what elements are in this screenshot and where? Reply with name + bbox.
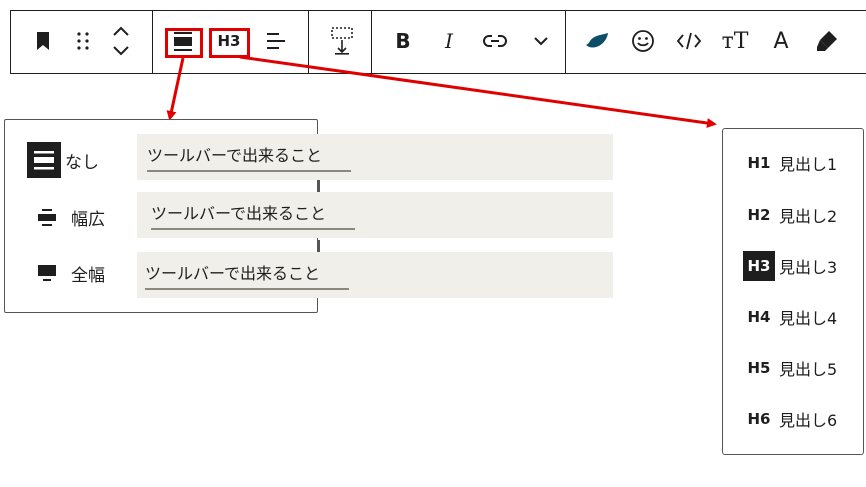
heading-label: 見出し4 bbox=[779, 309, 838, 328]
align-option-label: 全幅 bbox=[71, 265, 105, 286]
heading-tag: H5 bbox=[747, 359, 771, 377]
sample-text: ツールバーで出来ること bbox=[147, 142, 351, 172]
align-sample-none: ツールバーで出来ること bbox=[137, 134, 613, 180]
heading-option-h5[interactable]: H5 見出し5 bbox=[743, 351, 838, 385]
align-option-full[interactable]: 全幅 bbox=[5, 251, 125, 295]
align-option-label: なし bbox=[65, 152, 99, 173]
heading-label: 見出し1 bbox=[779, 155, 838, 174]
heading-label: 見出し6 bbox=[779, 411, 838, 430]
arrow-to-alignment-popover bbox=[166, 57, 185, 121]
align-option-label: 幅広 bbox=[71, 209, 105, 230]
heading-option-h4[interactable]: H4 見出し4 bbox=[743, 300, 838, 334]
divider-line bbox=[318, 240, 320, 252]
arrow-to-heading-popover bbox=[239, 55, 717, 128]
align-none-icon bbox=[27, 142, 61, 178]
heading-option-h3[interactable]: H3 見出し3 bbox=[743, 249, 837, 283]
align-option-wide[interactable]: 幅広 bbox=[5, 195, 125, 239]
heading-level-popover: H1 見出し1 H2 見出し2 H3 見出し3 H4 見出し4 H5 見出し5 … bbox=[722, 128, 864, 455]
heading-tag: H2 bbox=[747, 206, 771, 224]
heading-label: 見出し3 bbox=[779, 258, 838, 277]
align-sample-wide: ツールバーで出来ること bbox=[137, 192, 613, 238]
heading-tag-active: H3 bbox=[743, 251, 775, 281]
align-sample-full: ツールバーで出来ること bbox=[137, 252, 613, 298]
heading-option-h1[interactable]: H1 見出し1 bbox=[743, 146, 838, 180]
align-option-none[interactable]: なし bbox=[5, 138, 125, 182]
align-full-icon bbox=[27, 255, 67, 291]
heading-tag: H6 bbox=[747, 410, 771, 428]
sample-text: ツールバーで出来ること bbox=[145, 260, 349, 290]
heading-option-h2[interactable]: H2 見出し2 bbox=[743, 198, 838, 232]
heading-label: 見出し2 bbox=[779, 207, 838, 226]
divider-line bbox=[318, 180, 320, 192]
align-wide-icon bbox=[27, 199, 67, 235]
heading-tag: H1 bbox=[747, 154, 771, 172]
heading-option-h6[interactable]: H6 見出し6 bbox=[743, 402, 838, 436]
heading-tag: H4 bbox=[747, 308, 771, 326]
sample-text: ツールバーで出来ること bbox=[151, 200, 355, 230]
heading-label: 見出し5 bbox=[779, 360, 838, 379]
